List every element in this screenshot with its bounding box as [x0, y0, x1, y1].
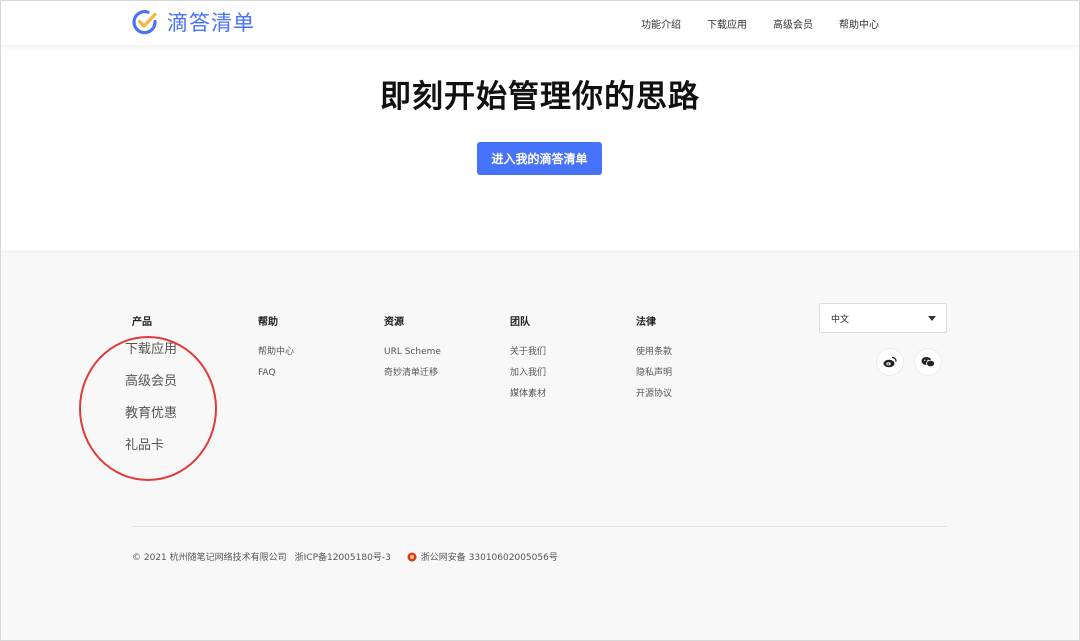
wechat-icon	[921, 357, 935, 368]
footer-link[interactable]: FAQ	[258, 368, 294, 379]
checkmark-logo-icon	[132, 10, 157, 35]
footer-column-title: 帮助	[258, 317, 278, 328]
icp-link[interactable]: 浙ICP备12005180号-3	[295, 550, 391, 563]
weibo-icon	[883, 356, 897, 368]
footer: 产品 下载应用 高级会员 教育优惠 礼品卡 帮助 帮助中心 FAQ 资源 URL…	[1, 251, 1079, 640]
footer-column-resources: 资源 URL Scheme 奇妙清单迁移	[384, 313, 441, 389]
footer-link[interactable]: 帮助中心	[258, 347, 294, 358]
language-value: 中文	[831, 314, 850, 325]
footer-divider	[132, 526, 947, 527]
footer-link[interactable]: 加入我们	[510, 368, 546, 379]
wechat-button[interactable]	[914, 348, 942, 376]
weibo-button[interactable]	[876, 348, 904, 376]
footer-link[interactable]: 下载应用	[125, 341, 177, 359]
language-select[interactable]: 中文	[819, 303, 947, 333]
footer-column-title: 法律	[636, 317, 656, 328]
caret-down-icon	[928, 316, 936, 321]
hero-title: 即刻开始管理你的思路	[380, 79, 700, 115]
footer-link[interactable]: 媒体素材	[510, 389, 546, 400]
footer-link[interactable]: 开源协议	[636, 389, 672, 400]
footer-link[interactable]: 礼品卡	[125, 437, 177, 455]
footer-link[interactable]: URL Scheme	[384, 347, 441, 358]
footer-column-title: 团队	[510, 317, 530, 328]
nav-download[interactable]: 下载应用	[707, 16, 747, 31]
footer-link[interactable]: 关于我们	[510, 347, 546, 358]
footer-column-help: 帮助 帮助中心 FAQ	[258, 313, 294, 389]
nav-premium[interactable]: 高级会员	[773, 16, 813, 31]
enter-app-button[interactable]: 进入我的滴答清单	[477, 142, 602, 175]
footer-column-product: 产品 下载应用 高级会员 教育优惠 礼品卡	[125, 313, 177, 469]
footer-column-title: 产品	[132, 317, 152, 328]
police-badge-icon	[407, 552, 417, 561]
footer-link[interactable]: 使用条款	[636, 347, 672, 358]
top-nav-bar: 滴答清单 功能介绍 下载应用 高级会员 帮助中心	[1, 1, 1079, 45]
footer-link[interactable]: 隐私声明	[636, 368, 672, 379]
logo-text: 滴答清单	[167, 11, 255, 35]
footer-link[interactable]: 教育优惠	[125, 405, 177, 423]
footer-link[interactable]: 高级会员	[125, 373, 177, 391]
footer-column-legal: 法律 使用条款 隐私声明 开源协议	[636, 313, 672, 410]
copyright-text: © 2021 杭州随笔记网络技术有限公司	[132, 553, 287, 563]
footer-link[interactable]: 奇妙清单迁移	[384, 368, 441, 379]
main-nav: 功能介绍 下载应用 高级会员 帮助中心	[641, 1, 879, 45]
nav-features[interactable]: 功能介绍	[641, 16, 681, 31]
nav-help[interactable]: 帮助中心	[839, 16, 879, 31]
footer-legal-line: © 2021 杭州随笔记网络技术有限公司 浙ICP备12005180号-3 浙公…	[132, 550, 566, 563]
logo[interactable]: 滴答清单	[131, 7, 255, 37]
page: 滴答清单 功能介绍 下载应用 高级会员 帮助中心 即刻开始管理你的思路 进入我的…	[0, 0, 1080, 641]
footer-column-team: 团队 关于我们 加入我们 媒体素材	[510, 313, 546, 410]
footer-column-title: 资源	[384, 317, 404, 328]
police-record-link[interactable]: 浙公网安备 33010602005056号	[421, 550, 558, 563]
